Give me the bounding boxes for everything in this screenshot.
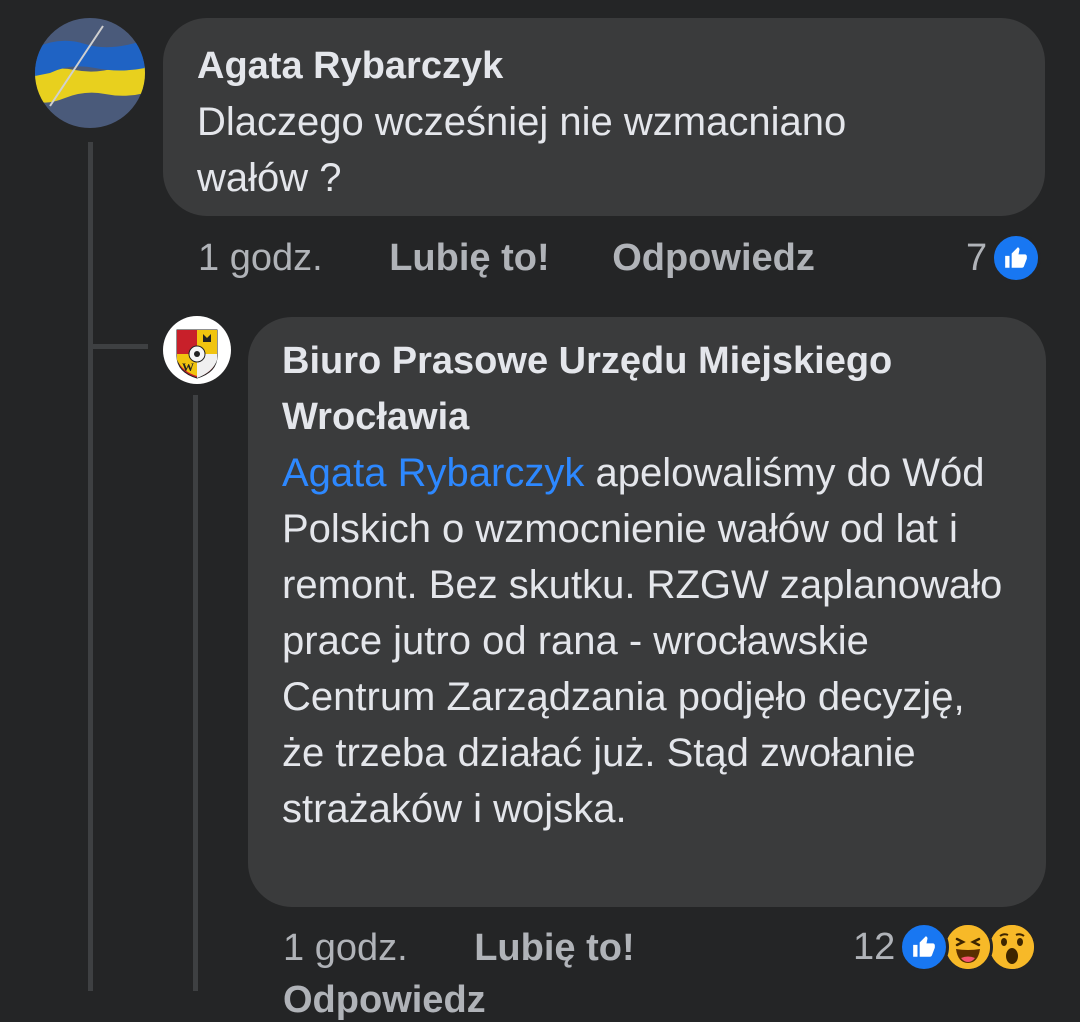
like-icon <box>899 922 950 972</box>
like-button[interactable]: Lubię to! <box>474 927 634 969</box>
comment-text: Agata Rybarczyk apelowaliśmy do Wód Pols… <box>282 445 1012 837</box>
comment-meta: 1 godz. Lubię to! Odpowiedz <box>198 236 815 280</box>
comment-text-body: apelowaliśmy do Wód Polskich o wzmocnien… <box>282 451 1003 831</box>
reaction-summary[interactable]: 7 <box>966 233 1042 283</box>
comment-meta-reply: Odpowiedz <box>283 978 486 1022</box>
wow-icon <box>987 922 1038 972</box>
comment-bubble: Agata Rybarczyk Dlaczego wcześniej nie w… <box>163 18 1045 216</box>
ukraine-flag-avatar-icon <box>35 18 145 128</box>
avatar-agata[interactable] <box>35 18 145 128</box>
avatar-wroclaw[interactable]: W <box>163 316 231 384</box>
thread-line-reply <box>193 395 198 991</box>
reaction-count: 7 <box>966 236 988 279</box>
svg-text:W: W <box>182 360 194 374</box>
comment-time[interactable]: 1 godz. <box>283 927 408 969</box>
wroclaw-coat-of-arms-icon: W <box>164 317 230 383</box>
comment-author[interactable]: Biuro Prasowe Urzędu Miejskiego Wrocławi… <box>282 333 982 445</box>
comment-text: Dlaczego wcześniej nie wzmacniano wałów … <box>197 100 847 200</box>
like-icon <box>991 233 1042 283</box>
mention-link[interactable]: Agata Rybarczyk <box>282 451 584 495</box>
haha-icon <box>943 922 994 972</box>
reaction-count: 12 <box>853 925 896 968</box>
comment-time[interactable]: 1 godz. <box>198 237 323 279</box>
comment-author[interactable]: Agata Rybarczyk <box>197 38 1011 94</box>
thread-line-branch <box>88 344 148 349</box>
like-button[interactable]: Lubię to! <box>389 237 549 279</box>
thread-line-main <box>88 142 93 991</box>
comment-bubble: Biuro Prasowe Urzędu Miejskiego Wrocławi… <box>248 317 1046 907</box>
comment-meta: 1 godz. Lubię to! <box>283 926 635 970</box>
reply-button[interactable]: Odpowiedz <box>612 237 815 279</box>
reaction-summary[interactable]: 12 <box>853 922 1038 972</box>
reply-button[interactable]: Odpowiedz <box>283 979 486 1021</box>
